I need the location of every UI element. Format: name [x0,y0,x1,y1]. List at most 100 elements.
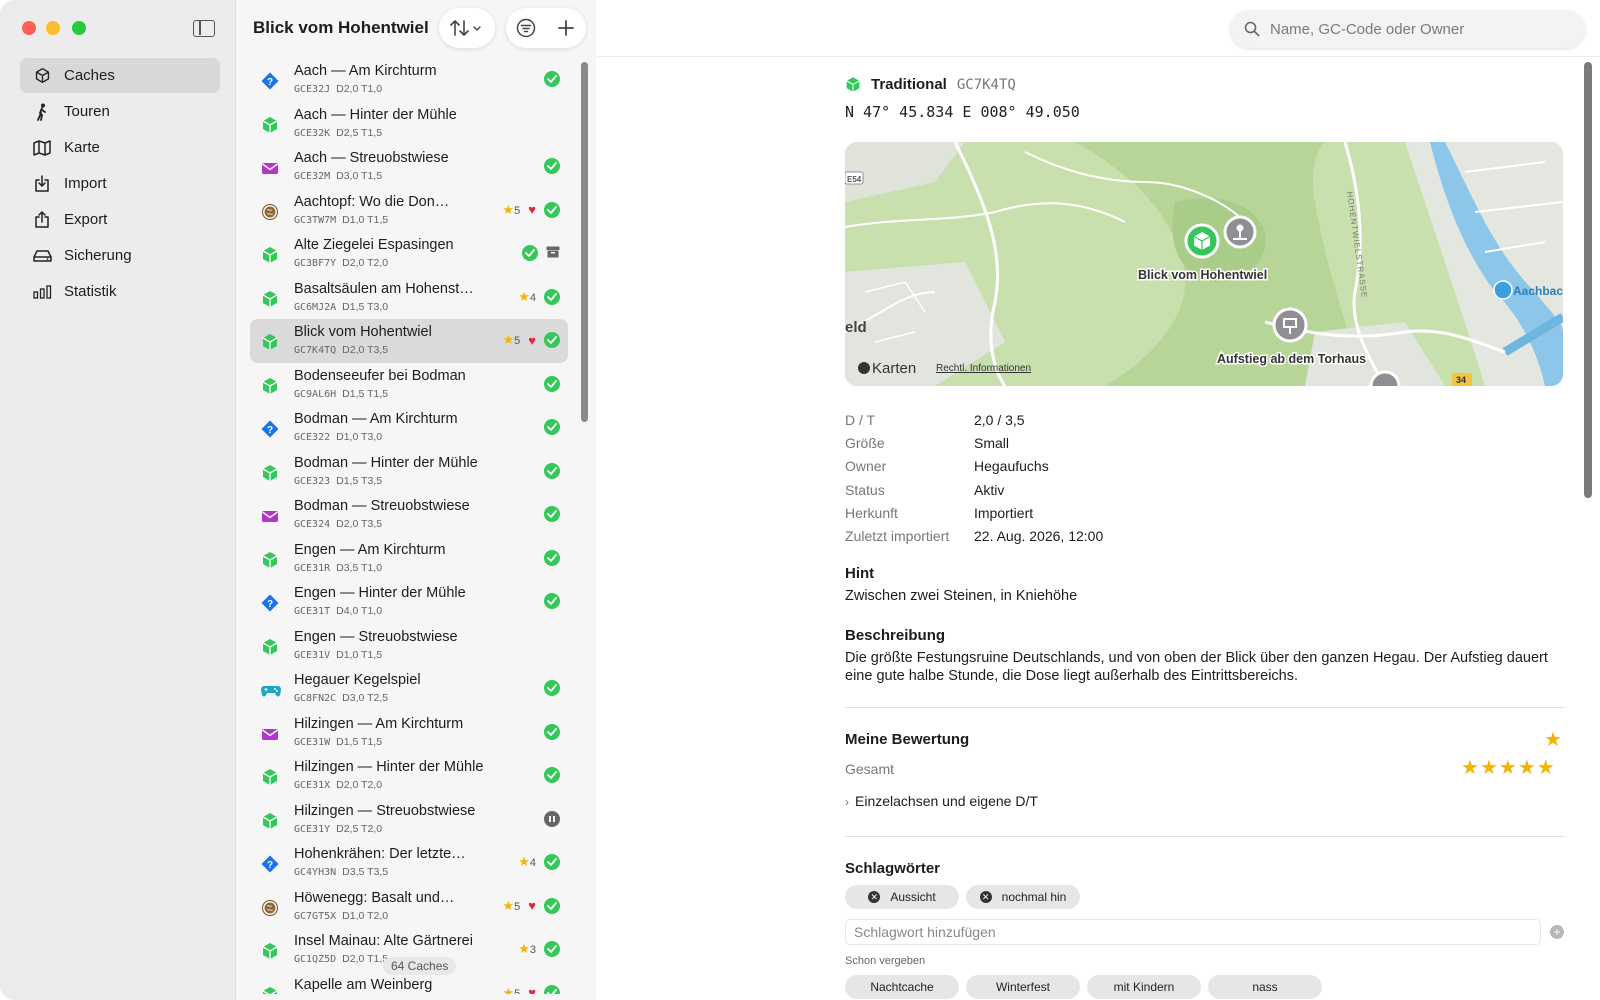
earth-cache-icon [260,898,280,918]
list-item[interactable]: Bodman — Streuobstwiese GCE324 D2,0 T3,5 [250,493,568,537]
list-scrollbar[interactable] [581,62,588,422]
star-icon[interactable]: ★ [1518,757,1537,779]
tag-label: nochmal hin [1001,890,1067,904]
list-item[interactable]: Aach — Hinter der Mühle GCE32K D2,5 T1,5 [250,102,568,146]
traditional-cache-icon [260,550,280,570]
letterbox-cache-icon [260,506,280,526]
cache-difficulty-terrain: D2,0 T1,0 [336,83,383,95]
sidebar-item-import[interactable]: Import [20,166,220,201]
map-attribution-brand: Karten [872,360,916,377]
star-icon[interactable]: ★ [1499,757,1518,779]
remove-tag-icon[interactable]: ✕ [868,891,881,903]
map-view[interactable]: E54 eld HOHENTWIELSTRASSE 34 Aachbac Bli… [845,142,1563,386]
list-item[interactable]: Aach — Streuobstwiese GCE32M D3,0 T1,5 [250,145,568,189]
cache-name: Alte Ziegelei Espasingen [294,237,454,253]
star-icon[interactable]: ★ [1537,757,1556,779]
list-item[interactable]: Bodenseeufer bei Bodman GC9AL6H D1,5 T1,5 [250,363,568,407]
cache-code: GC4YH3N [294,867,337,878]
cache-badges [544,549,560,566]
cache-difficulty-terrain: D2,0 T3,5 [342,344,389,356]
list-item[interactable]: ? Engen — Hinter der Mühle GCE31T D4,0 T1,0 [250,580,568,624]
cache-code: GCE31V [294,649,331,661]
rating-badge: ★4 [518,289,536,305]
list-item[interactable]: Engen — Am Kirchturm GCE31R D3,5 T1,0 [250,537,568,581]
tag-input[interactable] [845,919,1541,945]
sort-button[interactable] [439,8,495,48]
list-item[interactable]: Hegauer Kegelspiel GC8FN2C D3,0 T2,5 [250,667,568,711]
wherigo-cache-icon [260,680,281,700]
used-tag-chip[interactable]: Nachtcache [845,975,959,999]
cache-badges [544,810,560,827]
cache-badges [544,462,560,479]
star-icon: ★ [518,941,530,956]
star-icon[interactable]: ★ [1480,757,1499,779]
cache-difficulty-terrain: D2,5 T2,0 [336,822,383,835]
detail-scrollbar[interactable] [1584,62,1592,498]
add-cache-button[interactable] [546,8,586,48]
sidebar-item-touren[interactable]: Touren [20,94,220,129]
list-item[interactable]: Aachtopf: Wo die Don… GC3TW7M D1,0 T1,5 ★5 ♥ [250,189,568,233]
property-value: Hegaufuchs [974,458,1049,475]
list-item[interactable]: Höwenegg: Basalt und… GC7GT5X D1,0 T2,0 ★5 ♥ [250,885,568,929]
rating-value: 4 [529,857,536,869]
property-value: Importiert [974,504,1034,521]
search-field[interactable] [1230,10,1585,48]
list-item[interactable]: Hilzingen — Am Kirchturm GCE31W D1,5 T1,5 [250,711,568,755]
traditional-cache-icon [260,332,280,352]
mystery-cache-icon: ? [260,593,280,613]
minimize-window-button[interactable] [46,21,60,35]
cache-badges: ★4 [518,854,560,870]
tag-chip[interactable]: ✕ nochmal hin [966,885,1080,909]
search-input[interactable] [1270,20,1570,38]
found-check-icon [544,854,560,870]
tag-chip[interactable]: ✕ Aussicht [845,885,959,909]
rating-star-icon[interactable]: ★ [1544,727,1563,752]
star-icon[interactable]: ★ [1461,757,1480,779]
cache-subtitle: GCE31Y D2,5 T2,0 [294,823,382,835]
list-item[interactable]: Hilzingen — Hinter der Mühle GCE31X D2,0 T… [250,754,568,798]
found-check-icon [544,375,560,392]
sidebar-toggle-icon[interactable] [193,20,215,37]
filter-button[interactable] [506,8,546,48]
list-item[interactable]: Hilzingen — Streuobstwiese GCE31Y D2,5 T2,… [250,798,568,842]
list-item[interactable]: ? Bodman — Am Kirchturm GCE322 D1,0 T3,0 [250,406,568,450]
remove-tag-icon[interactable]: ✕ [979,891,992,903]
maximize-window-button[interactable] [72,21,86,35]
used-tag-chip[interactable]: nass [1208,975,1322,999]
rating-overall-stars[interactable]: ★★★★★ [1461,755,1556,780]
cache-code: GCE32J [294,84,331,95]
list-item[interactable]: ? Hohenkrähen: Der letzte… GC4YH3N D3,5 T3,… [250,841,568,885]
sidebar-nav: Caches Touren Karte Import Export Sicher… [20,58,220,310]
list-item[interactable]: Alte Ziegelei Espasingen GC3BF7Y D2,0 T2,0 [250,232,568,276]
rating-expand-row[interactable]: › Einzelachsen und eigene D/T [845,792,1038,811]
cache-difficulty-terrain: D2,0 T2,0 [336,779,383,791]
sidebar-item-sicherung[interactable]: Sicherung [20,238,220,273]
traditional-cache-icon [260,115,280,135]
sidebar-item-karte[interactable]: Karte [20,130,220,165]
mystery-cache-icon: ? [260,419,280,439]
sidebar-item-caches[interactable]: Caches [20,58,220,93]
heart-icon: ♥ [528,332,536,348]
list-item[interactable]: ? Aach — Am Kirchturm GCE32J D2,0 T1,0 [250,58,568,102]
cache-badges [544,71,560,87]
tags-title: Schlagwörter [845,860,941,877]
sidebar-item-label: Caches [64,67,115,84]
cache-name: Engen — Streuobstwiese [294,628,458,645]
add-tag-icon[interactable]: + [1550,925,1564,939]
list-item[interactable]: Engen — Streuobstwiese GCE31V D1,0 T1,5 [250,624,568,668]
cache-badges: ★5 ♥ [503,201,560,218]
cache-difficulty-terrain: D1,0 T2,0 [342,909,389,922]
close-window-button[interactable] [22,21,36,35]
sidebar-item-statistik[interactable]: Statistik [20,274,220,309]
list-item[interactable]: Basaltsäulen am Hohenst… GC6MJ2A D1,5 T3,0… [250,276,568,320]
list-item[interactable]: Blick vom Hohentwiel GC7K4TQ D2,0 T3,5 ★5 ♥ [250,319,568,363]
earth-cache-icon [260,202,280,222]
traditional-cache-icon [846,77,860,92]
used-tag-chip[interactable]: Winterfest [966,975,1080,999]
cache-difficulty-terrain: D3,5 T3,5 [342,866,389,878]
toolbar-divider [597,56,1600,57]
used-tag-chip[interactable]: mit Kindern [1087,975,1201,999]
sidebar-item-export[interactable]: Export [20,202,220,237]
list-item[interactable]: Bodman — Hinter der Mühle GCE323 D1,5 T3,5 [250,450,568,494]
cache-difficulty-terrain: D1,5 T3,0 [342,300,389,313]
